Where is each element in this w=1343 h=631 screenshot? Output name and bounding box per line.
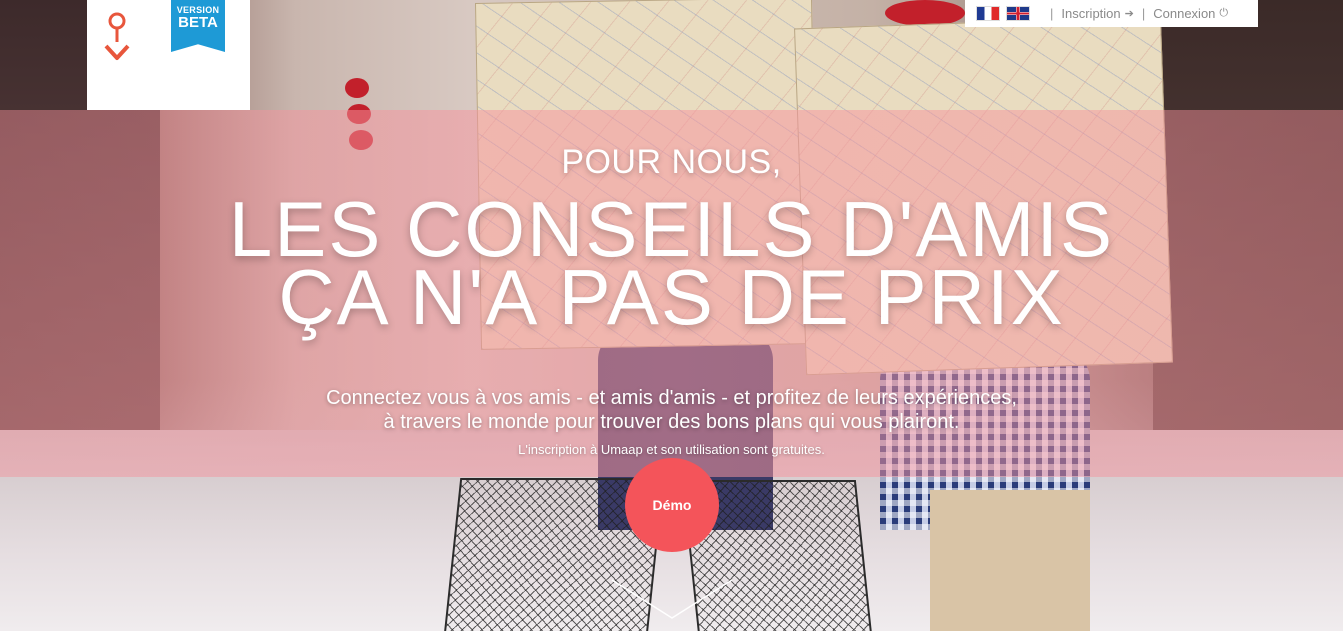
- scroll-down-chevron-icon[interactable]: [610, 576, 734, 622]
- lantern: [345, 78, 369, 98]
- beta-badge-line2: BETA: [178, 14, 218, 31]
- demo-button[interactable]: Démo: [625, 458, 719, 552]
- signup-link[interactable]: Inscription ➔: [1061, 6, 1133, 21]
- french-flag-icon[interactable]: [976, 6, 1000, 21]
- top-nav: | Inscription ➔ | Connexion ⏻: [965, 0, 1258, 27]
- hero-subtitle-line2: à travers le monde pour trouver des bons…: [383, 411, 960, 433]
- signup-label: Inscription: [1061, 6, 1121, 21]
- map-pin-logo-icon[interactable]: [100, 8, 134, 62]
- hero-title-line2: ÇA N'A PAS DE PRIX: [278, 253, 1065, 341]
- uk-flag-icon[interactable]: [1006, 6, 1030, 21]
- power-icon: ⏻: [1219, 7, 1229, 19]
- nav-divider: |: [1050, 6, 1054, 21]
- hero-subtitle-line1: Connectez vous à vos amis - et amis d'am…: [326, 387, 1017, 409]
- beta-badge-line1: VERSION: [176, 5, 220, 15]
- beta-badge: VERSION BETA: [171, 0, 225, 52]
- hero-kicker: POUR NOUS,: [561, 143, 782, 181]
- hero-free-note: L'inscription à Umaap et son utilisation…: [518, 442, 825, 457]
- sign-in-icon: ➔: [1124, 8, 1134, 20]
- hero-subtitle: Connectez vous à vos amis - et amis d'am…: [0, 386, 1343, 434]
- login-link[interactable]: Connexion ⏻: [1153, 6, 1228, 21]
- login-label: Connexion: [1153, 6, 1216, 21]
- person-right-pants: [930, 490, 1090, 631]
- nav-divider: |: [1141, 6, 1146, 21]
